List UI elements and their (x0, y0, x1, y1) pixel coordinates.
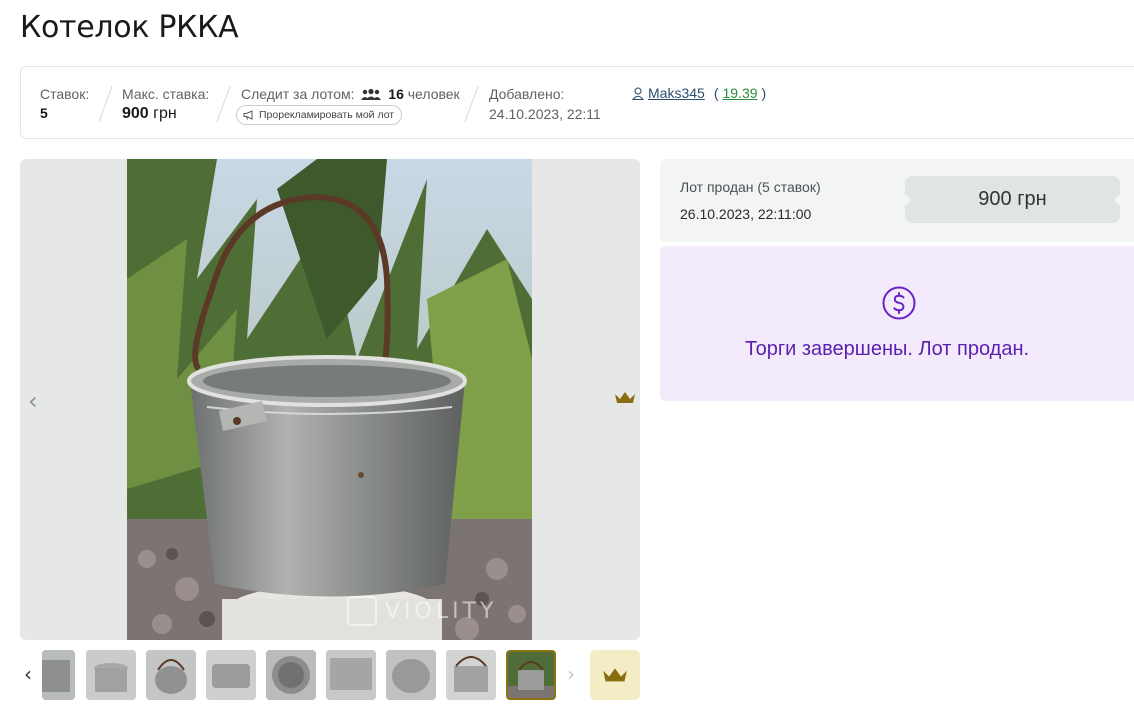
thumbnail-strip: ‹ › (20, 650, 640, 700)
bids-cell: Ставок: 5 (40, 85, 89, 121)
watermark-text: VIOLITY (385, 598, 498, 624)
watermark-logo (347, 596, 377, 626)
dollar-circle-icon (882, 286, 916, 320)
thumbs-prev-arrow[interactable]: ‹ (24, 662, 32, 686)
divider (98, 85, 113, 123)
followers-line: Следит за лотом: 16 человек (241, 85, 460, 103)
auction-status: Торги завершены. Лот продан. (660, 246, 1134, 401)
page-title: Котелок РККА (20, 10, 239, 45)
max-bid-label: Макс. ставка: (122, 86, 210, 102)
pot-photo-image (127, 159, 532, 640)
thumbnail-image (326, 650, 376, 700)
followers-count: 16 (388, 86, 404, 102)
thumbnail-image (266, 650, 316, 700)
prev-photo-arrow[interactable]: ‹ (28, 387, 38, 415)
sold-date: 26.10.2023, 22:11:00 (680, 206, 812, 222)
sold-label: Лот продан (5 ставок) (680, 179, 821, 195)
sold-summary: Лот продан (5 ставок) 26.10.2023, 22:11:… (660, 159, 1134, 242)
promote-lot-label: Прорекламировать мой лот (259, 109, 395, 121)
final-price-value: 900 грн (978, 188, 1047, 210)
thumbnail-2[interactable] (86, 650, 136, 700)
lot-photo[interactable] (127, 159, 532, 640)
max-bid-amount: 900 (122, 105, 149, 122)
thumbnail-3[interactable] (146, 650, 196, 700)
paren-close: ) (761, 85, 767, 101)
lot-info-bar: Ставок: 5 Макс. ставка: 900 грн Следит з… (20, 66, 1134, 139)
thumbnail-6[interactable] (326, 650, 376, 700)
thumbs-next-arrow[interactable]: › (567, 662, 575, 686)
thumbnail-image (86, 650, 136, 700)
added-label: Добавлено: (489, 86, 565, 102)
people-icon (361, 88, 382, 100)
user-icon (632, 86, 644, 100)
megaphone-icon (243, 110, 253, 120)
thumbnail-8[interactable] (446, 650, 496, 700)
watermark: VIOLITY (347, 596, 497, 626)
seller-name-link[interactable]: Maks345 (648, 85, 705, 101)
paren-open: ( (713, 85, 719, 101)
added-cell: Добавлено: 24.10.2023, 22:11 (489, 85, 601, 123)
final-price: 900 грн (905, 176, 1120, 223)
thumbnail-image (386, 650, 436, 700)
thumbnail-7[interactable] (386, 650, 436, 700)
followers-label: Следит за лотом: (241, 86, 355, 102)
status-message: Торги завершены. Лот продан. (744, 338, 1030, 360)
followers-unit: человек (407, 86, 460, 102)
thumbnail-image (446, 650, 496, 700)
crown-icon[interactable] (614, 391, 636, 405)
max-bid-value: 900 грн (122, 105, 209, 123)
divider (464, 85, 479, 123)
ticket-notch (1115, 195, 1125, 205)
thumbnail-1[interactable] (42, 650, 75, 700)
followers-cell: Следит за лотом: 16 человек (241, 85, 460, 103)
max-bid-currency: грн (153, 105, 177, 122)
crown-icon (603, 667, 627, 681)
promote-lot-button[interactable]: Прорекламировать мой лот (236, 105, 403, 125)
thumbnail-4[interactable] (206, 650, 256, 700)
divider (216, 85, 231, 123)
thumbnail-5[interactable] (266, 650, 316, 700)
seller-rating-link[interactable]: 19.39 (722, 85, 757, 101)
ticket-notch (900, 195, 910, 205)
added-date: 24.10.2023, 22:11 (489, 106, 601, 122)
thumbnail-image (146, 650, 196, 700)
thumbnail-9[interactable] (506, 650, 556, 700)
bids-value: 5 (40, 105, 48, 121)
thumbnail-image (206, 650, 256, 700)
seller-info: Maks345 (19.39) (632, 85, 766, 101)
thumbnail-image (42, 650, 75, 700)
premium-button[interactable] (590, 650, 640, 700)
thumbnail-image (508, 652, 554, 698)
max-bid-cell: Макс. ставка: 900 грн (122, 85, 209, 123)
bids-label: Ставок: (40, 86, 90, 102)
photo-gallery[interactable]: ‹ VIOLITY (20, 159, 640, 640)
